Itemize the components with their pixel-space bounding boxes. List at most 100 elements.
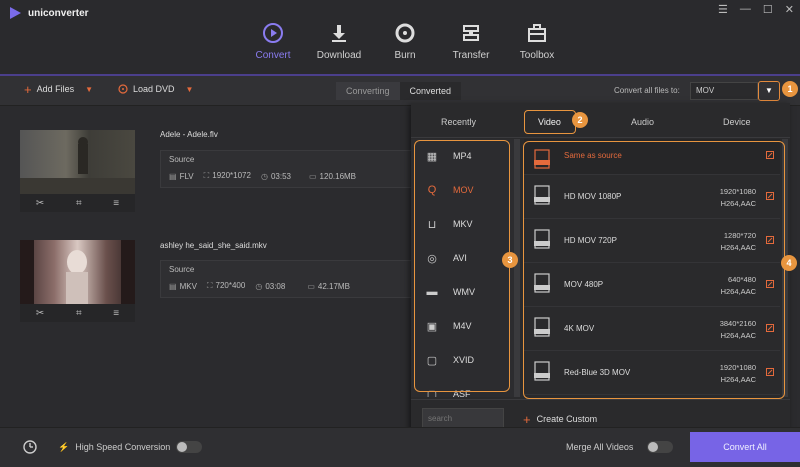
format-mov[interactable]: Q MOV <box>411 173 514 207</box>
minimize-icon[interactable]: — <box>740 3 751 16</box>
scissors-icon[interactable]: ✂ <box>36 198 44 209</box>
preset-resolution: 3840*2160 <box>719 319 756 328</box>
tab-converting[interactable]: Converting <box>336 82 400 100</box>
logo-icon <box>10 7 21 19</box>
source-label: Source <box>169 265 195 274</box>
preset-red-blue-3d-mov[interactable]: Red-Blue 3D MOV 1920*1080 H264,AAC <box>524 351 780 395</box>
preset-codec: H264,AAC <box>720 375 756 384</box>
format-mkv[interactable]: ⊔ MKV <box>411 207 514 241</box>
dvd-icon <box>118 84 128 94</box>
preset-name: HD MOV 1080P <box>564 192 622 201</box>
settings-sliders-icon[interactable]: ≡ <box>113 308 119 319</box>
nav-label: Transfer <box>452 50 490 61</box>
format-label: M4V <box>453 321 472 331</box>
merge-toggle-group: Merge All Videos <box>566 441 674 453</box>
tab-device[interactable]: Device <box>723 117 751 127</box>
preset-hd-mov-1080p[interactable]: HD MOV 1080P 1920*1080 H264,AAC <box>524 175 780 219</box>
load-dvd-button[interactable]: Load DVD ▼ <box>118 84 193 94</box>
edit-icon[interactable] <box>766 151 774 159</box>
convert-all-button[interactable]: Convert All <box>690 432 800 462</box>
xvid-icon: ▢ <box>426 354 438 367</box>
menu-icon[interactable]: ☰ <box>718 3 728 16</box>
preset-hd-mov-720p[interactable]: HD MOV 720P 1280*720 H264,AAC <box>524 219 780 263</box>
preset-resolution: 1920*1080 <box>719 187 756 196</box>
file-item[interactable]: ✂ ⌗ ≡ ashley he_said_she_said.mkv Source… <box>0 228 412 332</box>
app-logo: uniconverter <box>8 6 89 20</box>
format-list-scrollbar[interactable] <box>514 139 520 397</box>
file-720p-icon <box>534 229 550 249</box>
preset-codec: H264,AAC <box>720 331 756 340</box>
format-wmv[interactable]: ▬ WMV <box>411 275 514 309</box>
edit-icon[interactable] <box>766 280 774 288</box>
format-label: MKV <box>453 219 473 229</box>
top-bar: uniconverter ☰ — ☐ ✕ Convert Download Bu… <box>0 0 800 76</box>
preset-details: 3840*2160 H264,AAC <box>720 318 756 342</box>
create-custom-button[interactable]: + Create Custom <box>523 413 597 426</box>
chevron-down-icon: ▼ <box>765 86 773 95</box>
preset-name: MOV 480P <box>564 280 604 289</box>
thumbnail-tools: ✂ ⌗ ≡ <box>20 304 135 322</box>
format-label: ASF <box>453 389 471 397</box>
preset-codec: H264,AAC <box>720 243 756 252</box>
clock-icon: ◷ <box>260 171 268 181</box>
nav-convert[interactable]: Convert <box>240 18 306 76</box>
window-controls: ☰ — ☐ ✕ <box>718 3 794 16</box>
add-files-label: Add Files <box>36 84 75 94</box>
preset-same-as-source[interactable]: Same as source <box>524 139 780 175</box>
file-name: ashley he_said_she_said.mkv <box>160 241 267 250</box>
nav-burn[interactable]: Burn <box>372 18 438 74</box>
merge-toggle[interactable] <box>647 441 674 453</box>
preset-mov-480p[interactable]: MOV 480P 640*480 H264,AAC <box>524 263 780 307</box>
source-file-icon <box>534 149 550 169</box>
format-list: ▦ MP4 Q MOV ⊔ MKV ◎ AVI ▬ WMV ▣ M4V ▢ XVID ▢ ASF <box>411 139 514 397</box>
nav-download[interactable]: Download <box>306 18 372 74</box>
edit-icon[interactable] <box>766 236 774 244</box>
edit-icon[interactable] <box>766 368 774 376</box>
crop-icon[interactable]: ⌗ <box>76 198 82 209</box>
format-avi[interactable]: ◎ AVI <box>411 241 514 275</box>
preset-resolution: 1920*1080 <box>719 363 756 372</box>
video-thumbnail[interactable] <box>20 240 135 304</box>
format-asf[interactable]: ▢ ASF <box>411 377 514 398</box>
scissors-icon[interactable]: ✂ <box>36 308 44 319</box>
format-search-input[interactable] <box>422 408 504 428</box>
transfer-icon <box>463 25 479 41</box>
chevron-down-icon[interactable]: ▼ <box>186 85 194 94</box>
lightning-icon: ⚡ <box>58 441 70 452</box>
file-name: Adele - Adele.flv <box>160 130 218 139</box>
convert-icon <box>263 23 283 43</box>
source-duration: 03:53 <box>270 171 291 181</box>
tab-converted[interactable]: Converted <box>399 82 462 100</box>
add-files-button[interactable]: + Add Files ▼ <box>24 83 93 96</box>
folder-icon: ▭ <box>308 171 317 181</box>
high-speed-toggle[interactable] <box>176 441 203 453</box>
nav-label: Download <box>316 50 362 61</box>
format-label: AVI <box>453 253 467 263</box>
format-tabs: Recently Video Audio Device <box>411 103 790 138</box>
edit-icon[interactable] <box>766 192 774 200</box>
close-icon[interactable]: ✕ <box>785 3 794 16</box>
preset-4k-mov[interactable]: 4K MOV 3840*2160 H264,AAC <box>524 307 780 351</box>
film-icon: ▤ <box>169 171 177 181</box>
tab-audio[interactable]: Audio <box>631 117 654 127</box>
nav-transfer[interactable]: Transfer <box>438 18 504 74</box>
alarm-clock-icon[interactable] <box>22 438 38 454</box>
preset-codec: H264,AAC <box>720 287 756 296</box>
format-xvid[interactable]: ▢ XVID <box>411 343 514 377</box>
preset-name: HD MOV 720P <box>564 236 617 245</box>
tab-recently[interactable]: Recently <box>441 117 476 127</box>
format-dropdown-button[interactable]: ▼ <box>758 81 780 101</box>
nav-toolbox[interactable]: Toolbox <box>504 18 570 74</box>
target-format-select[interactable]: MOV <box>690 82 758 100</box>
video-thumbnail[interactable] <box>20 130 135 194</box>
chevron-down-icon[interactable]: ▼ <box>85 85 93 94</box>
format-m4v[interactable]: ▣ M4V <box>411 309 514 343</box>
crop-icon[interactable]: ⌗ <box>76 308 82 319</box>
preset-name: 4K MOV <box>564 324 595 333</box>
edit-icon[interactable] <box>766 324 774 332</box>
settings-sliders-icon[interactable]: ≡ <box>113 198 119 209</box>
maximize-icon[interactable]: ☐ <box>763 3 773 16</box>
format-mp4[interactable]: ▦ MP4 <box>411 139 514 173</box>
app-name: uniconverter <box>28 7 89 19</box>
file-item[interactable]: ✂ ⌗ ≡ Adele - Adele.flv Source ▤ FLV ⛶ 192… <box>0 118 412 222</box>
